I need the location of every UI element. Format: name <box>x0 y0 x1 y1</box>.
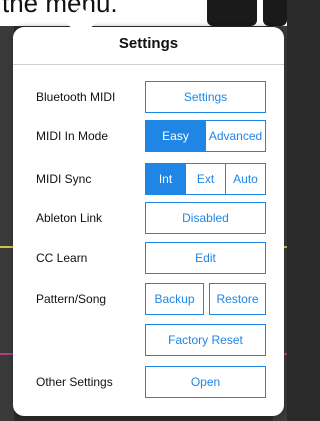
title-divider <box>13 64 284 65</box>
midi-in-mode-label: MIDI In Mode <box>36 129 109 143</box>
midi-sync-ext-button[interactable]: Ext <box>185 163 226 195</box>
background-accent-line <box>0 246 14 248</box>
background-button <box>263 0 287 26</box>
bluetooth-settings-button[interactable]: Settings <box>145 81 266 113</box>
ableton-link-button[interactable]: Disabled <box>145 202 266 234</box>
bluetooth-midi-label: Bluetooth MIDI <box>36 90 116 104</box>
other-settings-open-button[interactable]: Open <box>145 366 266 398</box>
background-panel-left <box>0 26 14 421</box>
pattern-restore-button[interactable]: Restore <box>209 283 266 315</box>
background-accent-line <box>0 353 14 355</box>
cc-learn-edit-button[interactable]: Edit <box>145 242 266 274</box>
background-text: the menu. <box>2 0 118 18</box>
pattern-song-label: Pattern/Song <box>36 292 107 306</box>
pattern-backup-button[interactable]: Backup <box>145 283 204 315</box>
midi-sync-int-button[interactable]: Int <box>145 163 186 195</box>
background-button <box>207 0 257 26</box>
other-settings-label: Other Settings <box>36 375 113 389</box>
midi-in-mode-advanced-button[interactable]: Advanced <box>205 120 266 152</box>
ableton-link-label: Ableton Link <box>36 211 103 225</box>
midi-sync-label: MIDI Sync <box>36 172 92 186</box>
factory-reset-button[interactable]: Factory Reset <box>145 324 266 356</box>
midi-in-mode-easy-button[interactable]: Easy <box>145 120 206 152</box>
midi-sync-auto-button[interactable]: Auto <box>225 163 266 195</box>
popover-title: Settings <box>118 35 179 52</box>
cc-learn-label: CC Learn <box>36 251 88 265</box>
